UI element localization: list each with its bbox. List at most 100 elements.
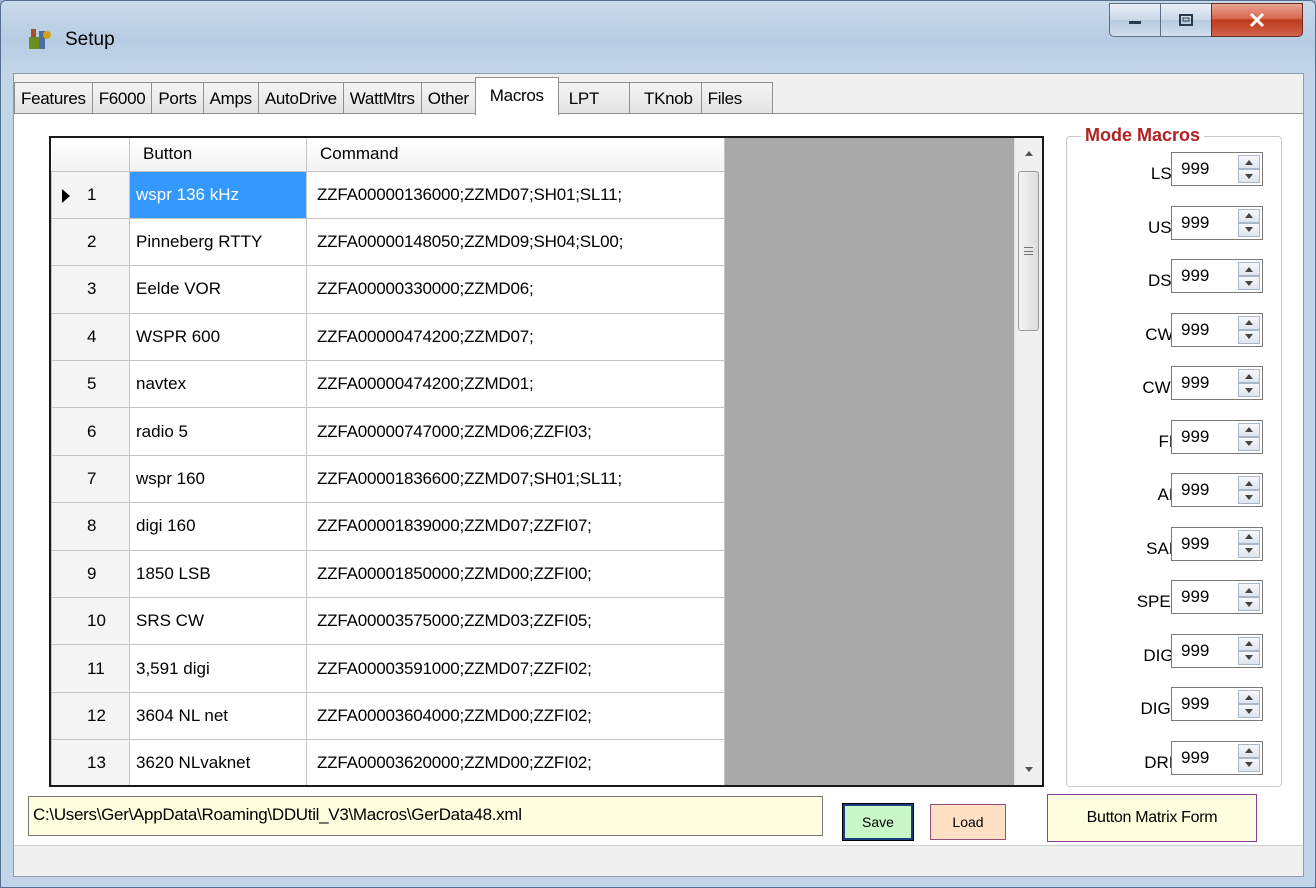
cell-command[interactable]: ZZFA00000474200;ZZMD01; <box>306 360 725 409</box>
stepper-down-button[interactable] <box>1238 704 1260 718</box>
row-header[interactable]: 10 <box>51 597 130 646</box>
tab-tknob[interactable]: TKnob <box>629 82 702 114</box>
close-button[interactable] <box>1211 3 1303 37</box>
stepper-down-button[interactable] <box>1238 436 1260 451</box>
stepper-down-button[interactable] <box>1238 757 1260 772</box>
stepper-down-button[interactable] <box>1238 383 1260 397</box>
tab-autodrive[interactable]: AutoDrive <box>257 82 344 114</box>
button-matrix-form-button[interactable]: Button Matrix Form <box>1047 794 1257 842</box>
row-header[interactable]: 2 <box>51 217 130 267</box>
cell-button[interactable]: wspr 136 kHz <box>129 170 307 219</box>
table-row[interactable]: 7 wspr 160 ZZFA00001836600;ZZMD07;SH01;SL1… <box>51 454 725 504</box>
cell-command[interactable]: ZZFA00001839000;ZZMD07;ZZFI07; <box>306 502 725 551</box>
cell-button[interactable]: 3604 NL net <box>129 691 307 741</box>
cell-command[interactable]: ZZFA00003620000;ZZMD00;ZZFI02; <box>306 739 725 785</box>
row-header[interactable]: 7 <box>51 454 130 504</box>
tab-lpt[interactable]: LPT <box>557 82 631 114</box>
mode-macro-value[interactable]: 999 <box>1181 748 1209 768</box>
table-row[interactable]: 10 SRS CW ZZFA00003575000;ZZMD03;ZZFI05; <box>51 597 725 646</box>
mode-macro-stepper[interactable]: 999 <box>1171 152 1263 186</box>
cell-command[interactable]: ZZFA00000136000;ZZMD07;SH01;SL11; <box>306 170 725 219</box>
stepper-down-button[interactable] <box>1238 650 1260 665</box>
macro-file-path-field[interactable]: C:\Users\Ger\AppData\Roaming\DDUtil_V3\M… <box>28 796 823 836</box>
stepper-down-button[interactable] <box>1238 543 1260 558</box>
table-row[interactable]: 1 wspr 136 kHz ZZFA00000136000;ZZMD07;SH01… <box>51 170 725 219</box>
stepper-up-button[interactable] <box>1238 476 1260 490</box>
mode-macro-value[interactable]: 999 <box>1181 480 1209 500</box>
mode-macro-value[interactable]: 999 <box>1181 320 1209 340</box>
cell-command[interactable]: ZZFA00003604000;ZZMD00;ZZFI02; <box>306 691 725 741</box>
mode-macro-stepper[interactable]: 999 <box>1171 473 1263 507</box>
row-header[interactable]: 1 <box>51 170 130 219</box>
scroll-down-button[interactable] <box>1015 755 1042 785</box>
tab-ports[interactable]: Ports <box>151 82 204 114</box>
row-header[interactable]: 12 <box>51 691 130 741</box>
row-header[interactable]: 11 <box>51 644 130 693</box>
cell-button[interactable]: SRS CW <box>129 597 307 646</box>
tab-f6000[interactable]: F6000 <box>91 82 153 114</box>
stepper-up-button[interactable] <box>1238 636 1260 651</box>
tab-macros[interactable]: Macros <box>474 77 559 115</box>
table-row[interactable]: 13 3620 NLvaknet ZZFA00003620000;ZZMD00;ZZ… <box>51 739 725 785</box>
mode-macro-stepper[interactable]: 999 <box>1171 740 1263 775</box>
mode-macro-value[interactable]: 999 <box>1181 266 1209 286</box>
tab-features[interactable]: Features <box>14 82 93 114</box>
mode-macro-value[interactable]: 999 <box>1181 534 1209 554</box>
cell-command[interactable]: ZZFA00000747000;ZZMD06;ZZFI03; <box>306 407 725 456</box>
stepper-down-button[interactable] <box>1238 276 1260 290</box>
tab-amps[interactable]: Amps <box>202 82 259 114</box>
stepper-up-button[interactable] <box>1238 369 1260 383</box>
cell-button[interactable]: Pinneberg RTTY <box>129 217 307 267</box>
stepper-up-button[interactable] <box>1238 529 1260 544</box>
cell-command[interactable]: ZZFA00000148050;ZZMD09;SH04;SL00; <box>306 217 725 267</box>
cell-button[interactable]: 3,591 digi <box>129 644 307 693</box>
minimize-button[interactable] <box>1109 3 1161 37</box>
stepper-up-button[interactable] <box>1238 315 1260 330</box>
row-header[interactable]: 6 <box>51 407 130 456</box>
tab-files[interactable]: Files <box>700 82 774 114</box>
table-row[interactable]: 3 Eelde VOR ZZFA00000330000;ZZMD06; <box>51 265 725 314</box>
mode-macro-value[interactable]: 999 <box>1181 159 1209 179</box>
stepper-down-button[interactable] <box>1238 490 1260 504</box>
stepper-down-button[interactable] <box>1238 597 1260 611</box>
mode-macro-value[interactable]: 999 <box>1181 694 1209 714</box>
mode-macro-stepper[interactable]: 999 <box>1171 580 1263 614</box>
column-header-button[interactable]: Button <box>129 138 307 172</box>
cell-button[interactable]: WSPR 600 <box>129 312 307 362</box>
cell-command[interactable]: ZZFA00000330000;ZZMD06; <box>306 265 725 314</box>
cell-button[interactable]: Eelde VOR <box>129 265 307 314</box>
mode-macro-value[interactable]: 999 <box>1181 213 1209 233</box>
row-header[interactable]: 13 <box>51 739 130 785</box>
cell-button[interactable]: 1850 LSB <box>129 549 307 599</box>
table-row[interactable]: 2 Pinneberg RTTY ZZFA00000148050;ZZMD09;SH… <box>51 217 725 267</box>
cell-button[interactable]: wspr 160 <box>129 454 307 504</box>
tab-other[interactable]: Other <box>420 82 476 114</box>
column-header-command[interactable]: Command <box>306 138 725 172</box>
stepper-down-button[interactable] <box>1238 169 1260 183</box>
mode-macro-value[interactable]: 999 <box>1181 373 1209 393</box>
load-button[interactable]: Load <box>930 804 1006 840</box>
cell-command[interactable]: ZZFA00001850000;ZZMD00;ZZFI00; <box>306 549 725 599</box>
stepper-up-button[interactable] <box>1238 690 1260 704</box>
table-row[interactable]: 11 3,591 digi ZZFA00003591000;ZZMD07;ZZFI0… <box>51 644 725 693</box>
cell-command[interactable]: ZZFA00003591000;ZZMD07;ZZFI02; <box>306 644 725 693</box>
table-row[interactable]: 6 radio 5 ZZFA00000747000;ZZMD06;ZZFI03; <box>51 407 725 456</box>
mode-macro-value[interactable]: 999 <box>1181 427 1209 447</box>
row-header[interactable]: 5 <box>51 360 130 409</box>
table-row[interactable]: 8 digi 160 ZZFA00001839000;ZZMD07;ZZFI07; <box>51 502 725 551</box>
cell-command[interactable]: ZZFA00001836600;ZZMD07;SH01;SL11; <box>306 454 725 504</box>
mode-macro-stepper[interactable]: 999 <box>1171 633 1263 668</box>
mode-macro-stepper[interactable]: 999 <box>1171 366 1263 400</box>
stepper-up-button[interactable] <box>1238 155 1260 169</box>
table-row[interactable]: 9 1850 LSB ZZFA00001850000;ZZMD00;ZZFI00; <box>51 549 725 599</box>
scroll-thumb[interactable] <box>1018 171 1039 331</box>
table-row[interactable]: 5 navtex ZZFA00000474200;ZZMD01; <box>51 360 725 409</box>
stepper-up-button[interactable] <box>1238 583 1260 597</box>
cell-button[interactable]: navtex <box>129 360 307 409</box>
mode-macro-stepper[interactable]: 999 <box>1171 526 1263 561</box>
grid-vertical-scrollbar[interactable] <box>1014 138 1042 785</box>
stepper-up-button[interactable] <box>1238 262 1260 276</box>
scroll-up-button[interactable] <box>1015 138 1042 168</box>
mode-macro-stepper[interactable]: 999 <box>1171 259 1263 293</box>
cell-command[interactable]: ZZFA00000474200;ZZMD07; <box>306 312 725 362</box>
